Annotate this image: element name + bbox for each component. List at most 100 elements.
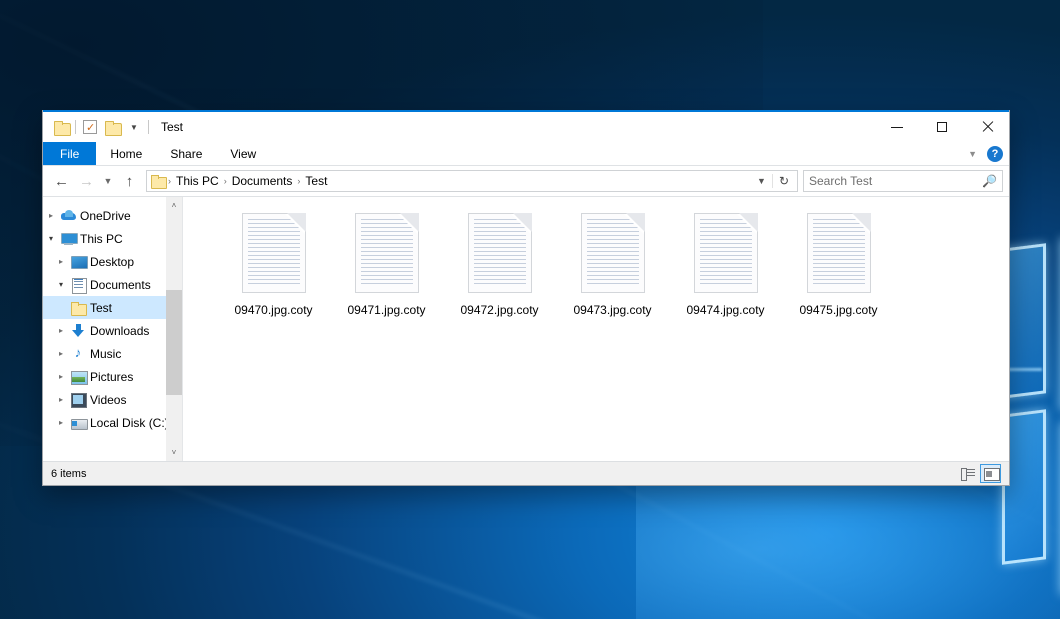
chevron-down-icon[interactable]: ▾ (43, 234, 59, 243)
chevron-right-icon[interactable]: ▸ (53, 418, 69, 427)
documents-icon (69, 278, 87, 292)
pictures-icon (69, 371, 87, 383)
file-name: 09474.jpg.coty (686, 303, 764, 317)
videos-icon (69, 393, 87, 406)
sidebar-item-label: Pictures (87, 370, 133, 384)
tab-home[interactable]: Home (96, 142, 156, 165)
window-body: ▸ OneDrive ▾ This PC ▸ Desktop (43, 197, 1009, 461)
navigation-scrollbar[interactable]: ˄ ˅ (166, 197, 182, 461)
details-view-button[interactable] (957, 464, 978, 483)
sidebar-item-label: Music (87, 347, 121, 361)
search-icon[interactable]: 🔍 (982, 174, 997, 188)
chevron-down-icon[interactable]: ▼ (123, 116, 145, 138)
list-item[interactable]: 09470.jpg.coty (217, 211, 330, 317)
list-item[interactable]: 09474.jpg.coty (669, 211, 782, 317)
file-explorer-window: ✓ ▼ Test File Home Share View ▼ ? (42, 110, 1010, 486)
generic-document-icon (694, 213, 758, 293)
chevron-right-icon[interactable]: ▸ (53, 326, 69, 335)
sidebar-item-label: This PC (77, 232, 123, 246)
file-name: 09471.jpg.coty (347, 303, 425, 317)
up-button[interactable]: ↑ (117, 169, 142, 193)
view-mode-buttons (957, 464, 1001, 483)
help-icon[interactable]: ? (987, 146, 1003, 162)
breadcrumb-folder-icon (151, 175, 165, 187)
sidebar-item-label: OneDrive (77, 209, 131, 223)
tab-view[interactable]: View (216, 142, 270, 165)
generic-document-icon (355, 213, 419, 293)
sidebar-item-label: Videos (87, 393, 126, 407)
generic-document-icon (807, 213, 871, 293)
sidebar-item-downloads[interactable]: ▸ Downloads (43, 319, 182, 342)
breadcrumb-item-documents[interactable]: Documents (228, 174, 297, 188)
onedrive-icon (59, 210, 77, 221)
tab-file[interactable]: File (43, 142, 96, 165)
sidebar-item-label: Local Disk (C:) (87, 416, 169, 430)
generic-document-icon (581, 213, 645, 293)
toolbar-divider (75, 120, 76, 134)
sidebar-item-this-pc[interactable]: ▾ This PC (43, 227, 182, 250)
scroll-up-icon[interactable]: ˄ (166, 197, 182, 214)
file-name: 09475.jpg.coty (799, 303, 877, 317)
chevron-right-icon[interactable]: ▸ (53, 395, 69, 404)
tab-share[interactable]: Share (156, 142, 216, 165)
folder-icon[interactable] (50, 116, 72, 138)
file-name: 09470.jpg.coty (234, 303, 312, 317)
sidebar-item-test[interactable]: Test (43, 296, 182, 319)
navigation-pane: ▸ OneDrive ▾ This PC ▸ Desktop (43, 197, 183, 461)
maximize-button[interactable] (919, 112, 964, 142)
search-input[interactable]: Search Test 🔍 (803, 170, 1003, 192)
breadcrumb-item-this-pc[interactable]: This PC (172, 174, 223, 188)
desktop-icon (69, 256, 87, 267)
window-controls (874, 112, 1009, 142)
breadcrumb[interactable]: › This PC › Documents › Test ▼ ↻ (146, 170, 798, 192)
item-count-label: 6 items (51, 468, 86, 480)
status-bar: 6 items (43, 461, 1009, 485)
chevron-down-icon[interactable]: ▼ (751, 176, 772, 186)
refresh-icon[interactable]: ↻ (772, 174, 795, 188)
sidebar-item-onedrive[interactable]: ▸ OneDrive (43, 204, 182, 227)
chevron-down-icon[interactable]: ▼ (968, 149, 977, 159)
title-bar: ✓ ▼ Test (43, 112, 1009, 142)
sidebar-item-videos[interactable]: ▸ Videos (43, 388, 182, 411)
close-button[interactable] (964, 112, 1009, 142)
downloads-icon (69, 324, 87, 337)
local-disk-icon (69, 417, 87, 429)
ribbon-tabs: File Home Share View ▼ ? (43, 142, 1009, 166)
sidebar-item-label: Desktop (87, 255, 134, 269)
chevron-right-icon[interactable]: ▸ (53, 349, 69, 358)
large-icons-view-button[interactable] (980, 464, 1001, 483)
forward-button[interactable]: → (74, 169, 99, 193)
list-item[interactable]: 09475.jpg.coty (782, 211, 895, 317)
sidebar-item-documents[interactable]: ▾ Documents (43, 273, 182, 296)
sidebar-item-music[interactable]: ▸ ♪ Music (43, 342, 182, 365)
file-name: 09473.jpg.coty (573, 303, 651, 317)
recent-locations-icon[interactable]: ▼ (99, 169, 117, 193)
toolbar-divider (148, 120, 149, 134)
generic-document-icon (242, 213, 306, 293)
file-name: 09472.jpg.coty (460, 303, 538, 317)
chevron-right-icon[interactable]: ▸ (53, 372, 69, 381)
sidebar-item-desktop[interactable]: ▸ Desktop (43, 250, 182, 273)
back-button[interactable]: ← (49, 169, 74, 193)
chevron-down-icon[interactable]: ▾ (53, 280, 69, 289)
properties-icon[interactable]: ✓ (79, 116, 101, 138)
list-item[interactable]: 09473.jpg.coty (556, 211, 669, 317)
sidebar-item-local-disk[interactable]: ▸ Local Disk (C:) (43, 411, 182, 434)
list-item[interactable]: 09471.jpg.coty (330, 211, 443, 317)
list-item[interactable]: 09472.jpg.coty (443, 211, 556, 317)
file-list-view[interactable]: 09470.jpg.coty 09471.jpg.coty (183, 197, 1009, 461)
chevron-right-icon[interactable]: ▸ (43, 211, 59, 220)
breadcrumb-item-test[interactable]: Test (301, 174, 331, 188)
scrollbar-thumb[interactable] (166, 290, 182, 395)
minimize-button[interactable] (874, 112, 919, 142)
desktop: ✓ ▼ Test File Home Share View ▼ ? (0, 0, 1060, 619)
new-folder-icon[interactable] (101, 116, 123, 138)
scroll-down-icon[interactable]: ˅ (166, 444, 182, 461)
address-bar: ← → ▼ ↑ › This PC › Documents › Test ▼ ↻… (43, 166, 1009, 197)
chevron-right-icon[interactable]: ▸ (53, 257, 69, 266)
this-pc-icon (59, 233, 77, 245)
sidebar-item-label: Test (87, 301, 112, 315)
navigation-tree: ▸ OneDrive ▾ This PC ▸ Desktop (43, 197, 182, 434)
sidebar-item-pictures[interactable]: ▸ Pictures (43, 365, 182, 388)
search-placeholder: Search Test (809, 174, 982, 188)
